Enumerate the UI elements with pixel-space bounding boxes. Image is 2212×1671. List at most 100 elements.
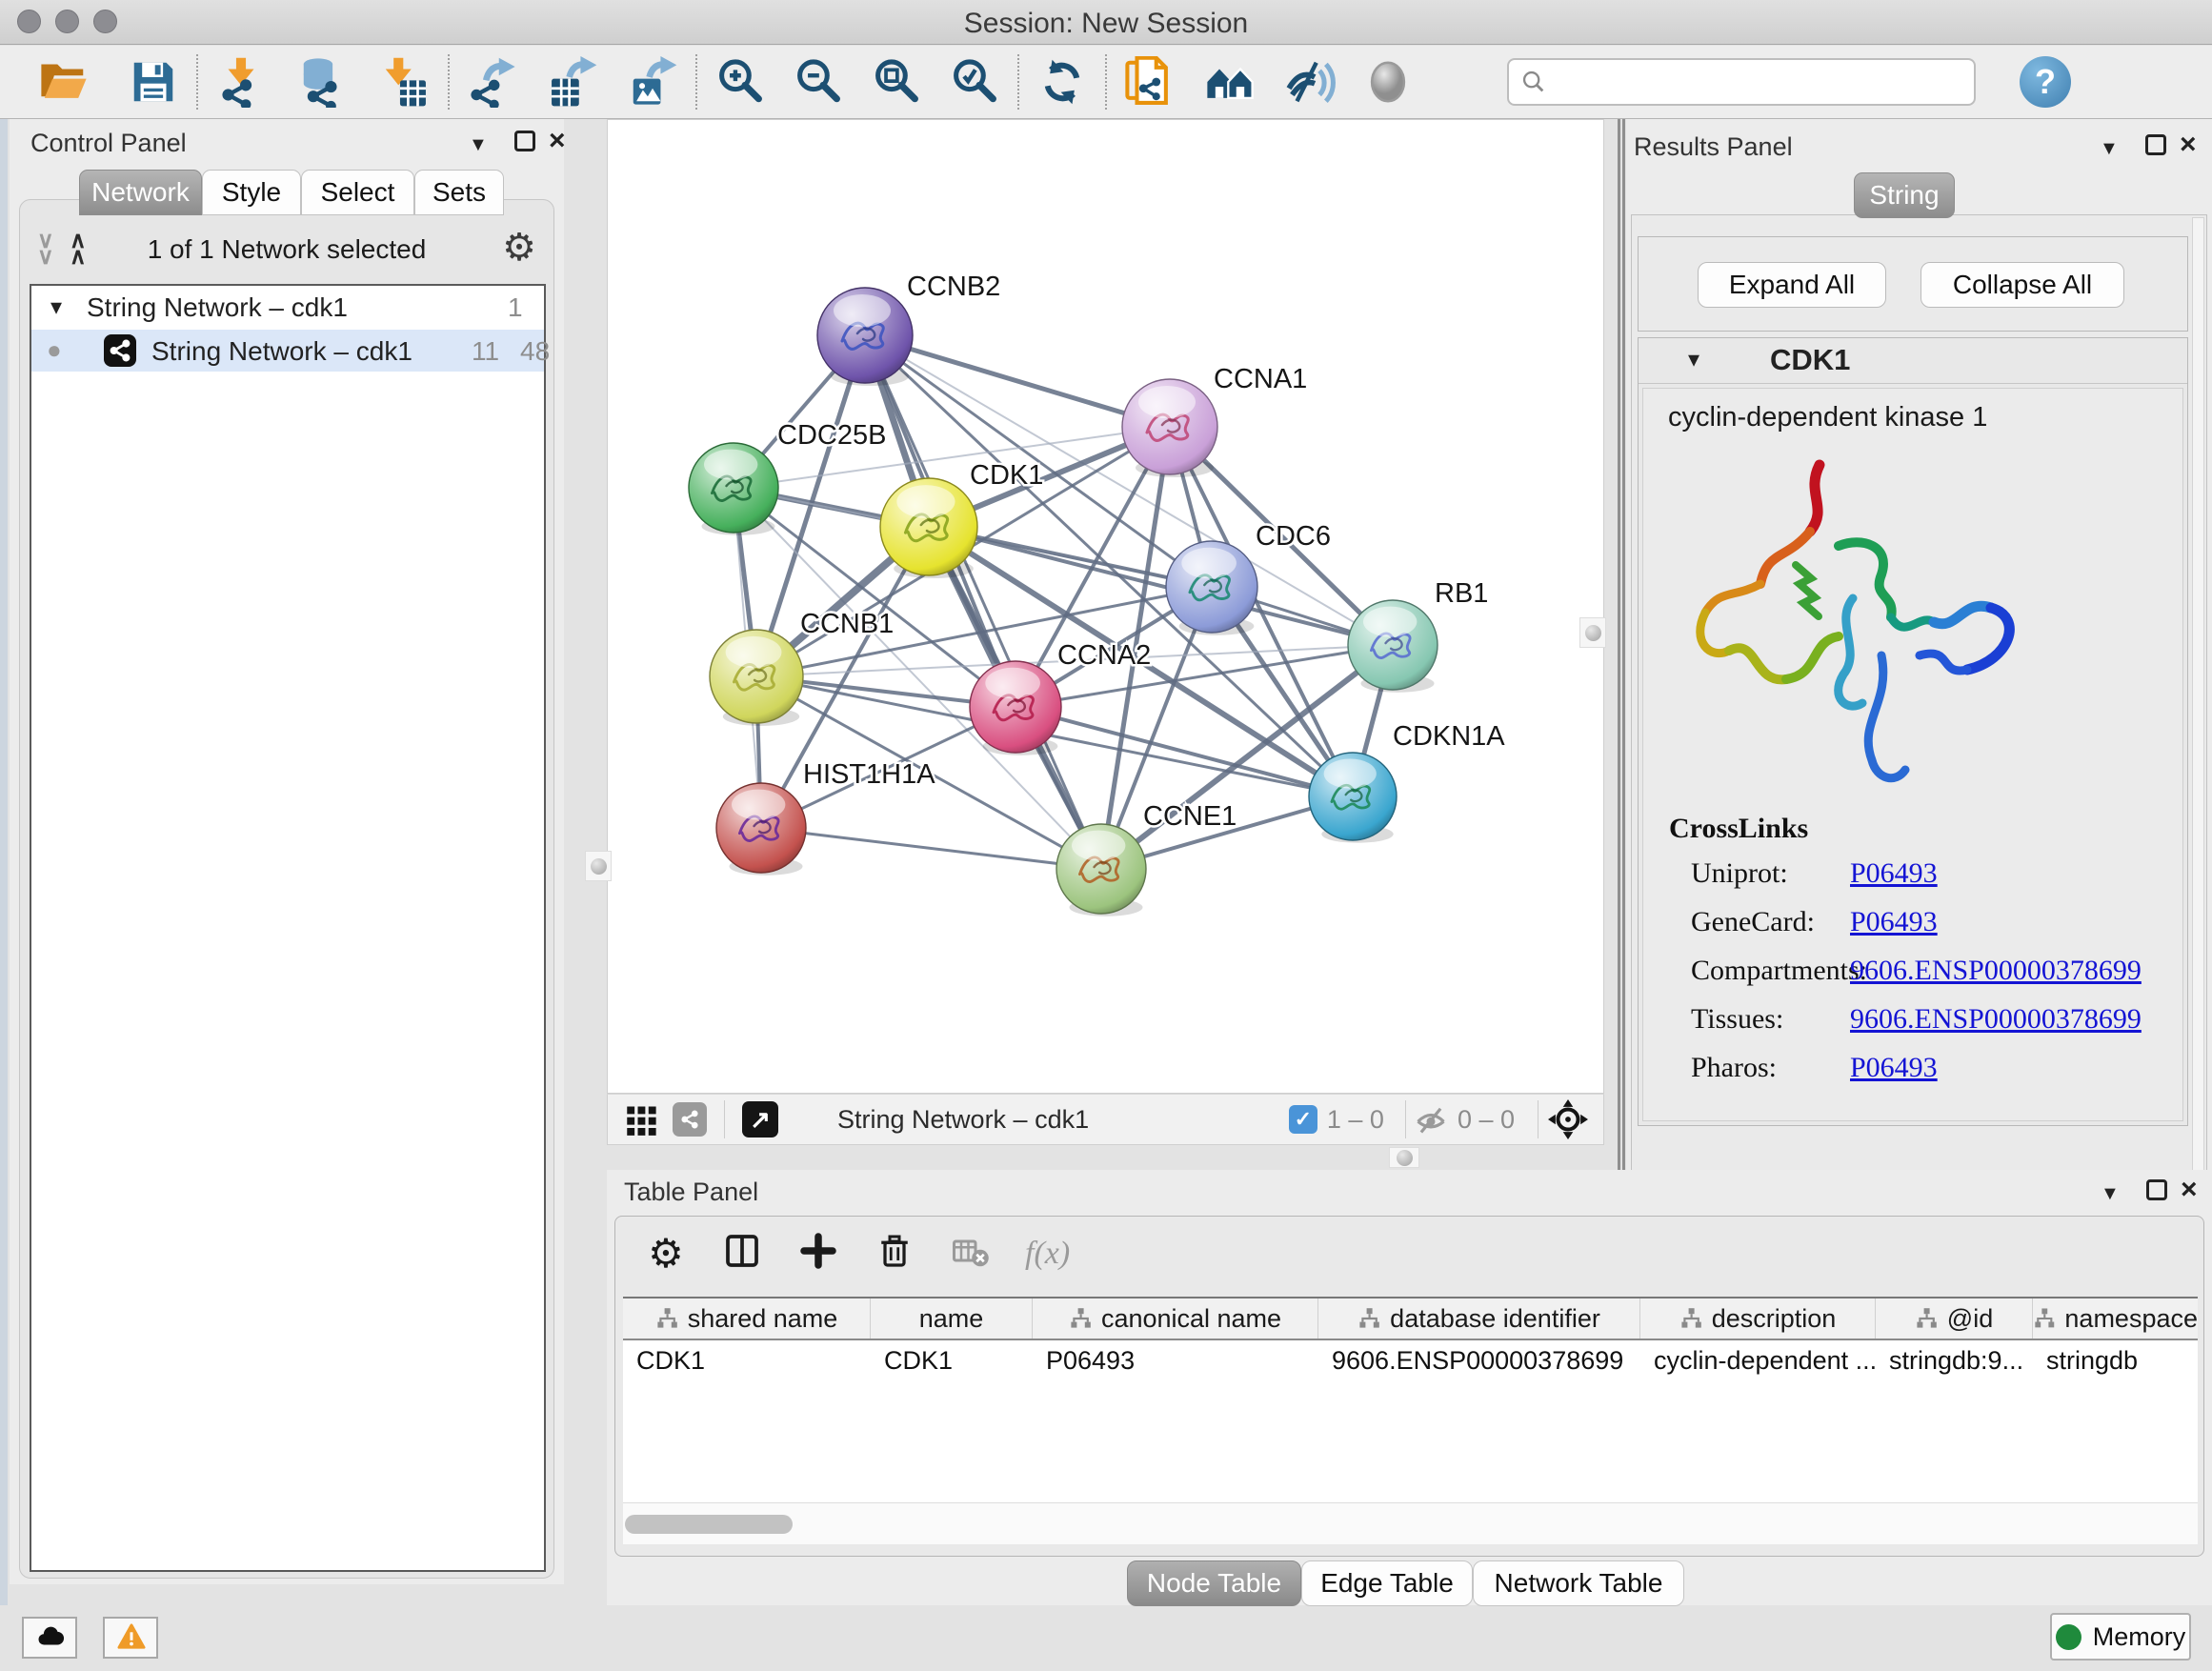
network-node-RB1[interactable]: RB1 — [1348, 578, 1488, 693]
column-header[interactable]: @id — [1876, 1299, 2033, 1339]
zoom-out-button[interactable] — [791, 54, 846, 110]
help-button[interactable]: ? — [2020, 56, 2071, 108]
selected-checkbox-icon[interactable]: ✓ — [1289, 1105, 1317, 1134]
zoom-fit-button[interactable] — [869, 54, 924, 110]
home-button[interactable] — [1202, 54, 1257, 110]
function-builder-icon[interactable]: f(x) — [1025, 1236, 1070, 1272]
collapse-triangle-icon[interactable]: ▾ — [1688, 346, 1699, 373]
cell-description[interactable]: cyclin-dependent ... — [1640, 1340, 1876, 1380]
left-splitter-handle[interactable] — [585, 851, 612, 881]
column-header[interactable]: name — [871, 1299, 1033, 1339]
cloud-status-button[interactable] — [22, 1617, 77, 1659]
show-columns-icon[interactable] — [720, 1232, 764, 1276]
zoom-selected-button[interactable] — [947, 54, 1002, 110]
crosslink-value[interactable]: P06493 — [1850, 906, 1938, 938]
import-network-from-file-button[interactable] — [213, 54, 269, 110]
import-table-from-file-button[interactable] — [377, 54, 432, 110]
delete-table-icon[interactable] — [949, 1232, 993, 1276]
collapse-all-button[interactable]: Collapse All — [1920, 262, 2124, 308]
tab-select[interactable]: Select — [301, 170, 414, 215]
tab-edge-table[interactable]: Edge Table — [1301, 1560, 1473, 1606]
import-network-from-database-button[interactable] — [295, 54, 351, 110]
zoom-in-button[interactable] — [713, 54, 768, 110]
cell-name[interactable]: CDK1 — [871, 1340, 1033, 1380]
float-panel-button[interactable]: ▼ — [469, 134, 488, 156]
network-node-CDKN1A[interactable]: CDKN1A — [1309, 721, 1505, 843]
gray-ball-button[interactable] — [1360, 54, 1416, 110]
gene-header[interactable]: ▾ CDK1 — [1639, 338, 2187, 384]
crosslink-value[interactable]: 9606.ENSP00000378699 — [1850, 955, 2142, 987]
network-node-CCNB1[interactable]: CCNB1 — [710, 609, 894, 726]
table-options-gear-icon[interactable]: ⚙ — [644, 1232, 688, 1276]
crosslink-value[interactable]: 9606.ENSP00000378699 — [1850, 1003, 2142, 1036]
column-header[interactable]: database identifier — [1318, 1299, 1640, 1339]
warning-status-button[interactable] — [103, 1617, 158, 1659]
network-view-toolbar: ↗ String Network – cdk1 ✓ 1 – 0 0 – 0 — [607, 1094, 1604, 1145]
cell-id[interactable]: stringdb:9... — [1876, 1340, 2033, 1380]
network-options-gear-icon[interactable]: ⚙ — [502, 229, 536, 267]
tab-sets[interactable]: Sets — [414, 170, 504, 215]
collapse-triangle-icon[interactable]: ▾ — [50, 286, 62, 330]
refresh-button[interactable] — [1035, 54, 1090, 110]
grid-view-icon[interactable] — [625, 1102, 659, 1137]
network-node-HIST1H1A[interactable]: HIST1H1A — [716, 759, 935, 876]
share-network-button[interactable] — [1122, 54, 1177, 110]
enrichment-visibility-button[interactable] — [1282, 54, 1337, 110]
tab-network[interactable]: Network — [79, 170, 202, 215]
maximize-panel-button[interactable] — [2145, 134, 2166, 155]
tab-style[interactable]: Style — [202, 170, 301, 215]
import-table-icon — [379, 56, 431, 108]
maximize-panel-button[interactable] — [2146, 1179, 2167, 1200]
table-horizontal-scrollbar[interactable] — [623, 1502, 2198, 1544]
crosslink-label: Compartments: — [1691, 955, 1867, 987]
tab-node-table[interactable]: Node Table — [1127, 1560, 1301, 1606]
search-input[interactable] — [1547, 68, 1974, 97]
tab-string[interactable]: String — [1854, 172, 1955, 218]
expand-all-button[interactable]: Expand All — [1698, 262, 1886, 308]
network-node-CCNE1[interactable]: CCNE1 — [1056, 801, 1237, 916]
export-image-button[interactable] — [625, 54, 680, 110]
network-column-icon — [1679, 1307, 1702, 1330]
close-panel-button[interactable]: × — [2180, 129, 2197, 161]
network-node-CCNA1[interactable]: CCNA1 — [1122, 364, 1307, 477]
cell-namespace[interactable]: stringdb — [2033, 1340, 2198, 1380]
network-row[interactable]: ● String Network – cdk1 11 48 — [31, 330, 544, 372]
string-view-badge-icon[interactable] — [673, 1102, 707, 1137]
hidden-eye-icon[interactable] — [1414, 1102, 1448, 1137]
cell-database-identifier[interactable]: 9606.ENSP00000378699 — [1318, 1340, 1640, 1380]
network-collection-row[interactable]: ▾ String Network – cdk1 1 — [31, 286, 544, 330]
float-panel-button[interactable]: ▼ — [2100, 138, 2119, 160]
crosslink-value[interactable]: P06493 — [1850, 857, 1938, 890]
selection-status: 1 of 1 Network selected — [20, 234, 553, 265]
column-header[interactable]: canonical name — [1033, 1299, 1318, 1339]
table-toolbar: ⚙ f(x) — [644, 1224, 1070, 1283]
column-header[interactable]: namespace — [2033, 1299, 2198, 1339]
birds-eye-view-icon[interactable] — [1548, 1099, 1588, 1139]
memory-button[interactable]: Memory — [2050, 1613, 2191, 1661]
save-session-button[interactable] — [126, 54, 181, 110]
create-column-plus-icon[interactable] — [796, 1232, 840, 1276]
maximize-panel-button[interactable] — [514, 131, 535, 151]
open-session-button[interactable] — [36, 54, 91, 110]
tab-network-table[interactable]: Network Table — [1473, 1560, 1684, 1606]
close-panel-button[interactable]: × — [2181, 1174, 2198, 1206]
detach-view-button[interactable]: ↗ — [742, 1101, 778, 1137]
network-node-CDC25B[interactable]: CDC25B — [689, 420, 886, 535]
import-database-icon — [297, 56, 349, 108]
cell-shared-name[interactable]: CDK1 — [623, 1340, 871, 1380]
cell-canonical-name[interactable]: P06493 — [1033, 1340, 1318, 1380]
column-header[interactable]: description — [1640, 1299, 1876, 1339]
node-label-CCNA1: CCNA1 — [1214, 364, 1307, 394]
export-network-button[interactable] — [465, 54, 520, 110]
scrollbar-thumb[interactable] — [625, 1515, 793, 1534]
horizontal-splitter-handle[interactable] — [1389, 1147, 1419, 1168]
table-row[interactable]: CDK1 CDK1 P06493 9606.ENSP00000378699 cy… — [623, 1340, 2198, 1380]
export-table-button[interactable] — [545, 54, 600, 110]
network-graph[interactable]: CCNB2CCNA1CDC25BCDK1CDC6RB1CCNB1CCNA2CDK… — [607, 119, 1604, 1094]
float-panel-button[interactable]: ▼ — [2101, 1183, 2120, 1205]
crosslink-value[interactable]: P06493 — [1850, 1052, 1938, 1084]
column-header[interactable]: shared name — [623, 1299, 871, 1339]
delete-column-trash-icon[interactable] — [873, 1232, 916, 1276]
close-panel-button[interactable]: × — [549, 125, 566, 157]
right-splitter-handle[interactable] — [1579, 617, 1606, 648]
